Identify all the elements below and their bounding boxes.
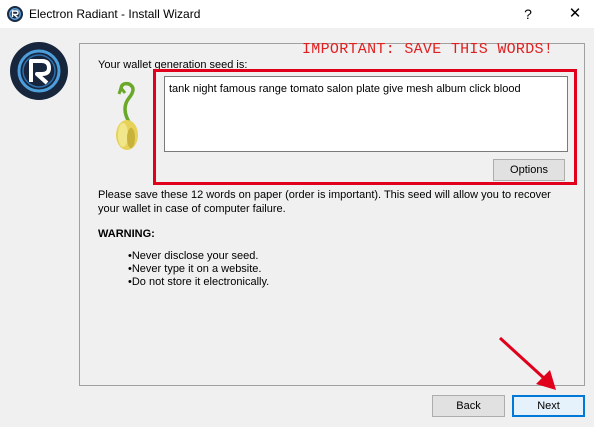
important-notice: IMPORTANT: SAVE THIS WORDS! [302, 41, 554, 58]
warning-item: Do not store it electronically. [128, 276, 269, 289]
help-button[interactable]: ? [518, 4, 538, 24]
next-button[interactable]: Next [512, 395, 585, 417]
warning-item: Never disclose your seed. [128, 250, 269, 263]
window-title: Electron Radiant - Install Wizard [29, 7, 201, 21]
title-bar: Electron Radiant - Install Wizard ? ✕ [0, 0, 594, 28]
electron-radiant-icon [7, 6, 23, 22]
electron-radiant-logo [10, 42, 68, 100]
warning-title: WARNING: [98, 228, 155, 240]
close-button[interactable]: ✕ [565, 4, 585, 24]
options-button[interactable]: Options [493, 159, 565, 181]
seed-words-field[interactable]: tank night famous range tomato salon pla… [164, 76, 568, 152]
seed-description: Please save these 12 words on paper (ord… [98, 189, 551, 215]
warning-list: Never disclose your seed. Never type it … [128, 250, 269, 289]
red-arrow-annotation [494, 334, 564, 399]
back-button[interactable]: Back [432, 395, 505, 417]
warning-item: Never type it on a website. [128, 263, 269, 276]
seed-sprout-icon [107, 80, 147, 155]
